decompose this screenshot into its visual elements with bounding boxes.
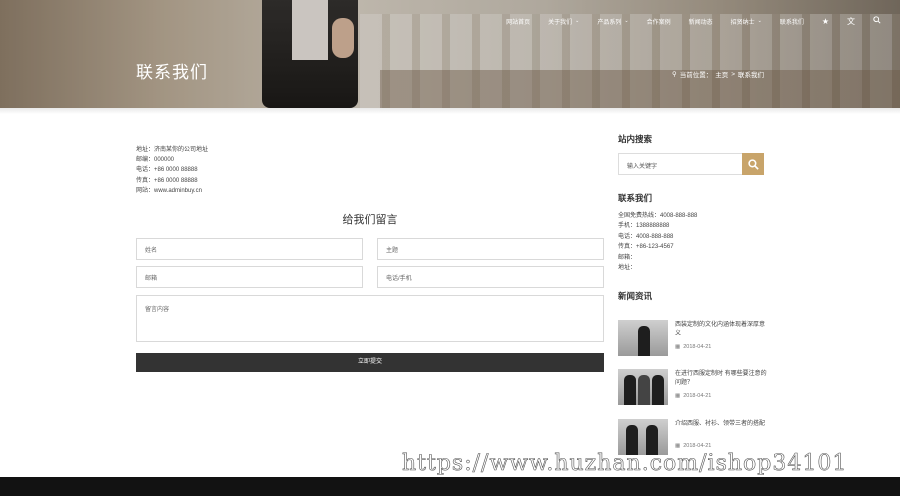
calendar-icon: ▦: [675, 393, 681, 399]
sidebar-hotline: 全国免费热线：4008-888-888: [618, 213, 698, 219]
nav-item-about[interactable]: 关于我们 ⌄: [539, 17, 588, 26]
nav-item-label: 产品系列: [597, 19, 622, 26]
nav-item-contact[interactable]: 联系我们: [771, 17, 813, 26]
news-thumbnail[interactable]: [618, 320, 668, 356]
calendar-icon: ▦: [675, 344, 681, 350]
breadcrumb-home-link[interactable]: 主页: [715, 69, 728, 79]
sidebar-contact-info: 全国免费热线：4008-888-888 手机：1388888888 电话：400…: [618, 211, 697, 273]
breadcrumb-prefix: 当前位置：: [679, 72, 713, 79]
sidebar-email: 邮箱：: [618, 254, 637, 261]
contact-website: 网站：www.adminbuy.cn: [136, 187, 202, 194]
news-thumbnail[interactable]: [618, 369, 668, 405]
contact-address: 地址：济南某你的公司地址: [136, 147, 209, 153]
sidebar-mobile: 手机：1388888888: [618, 223, 670, 230]
nav-item-cases[interactable]: 合作案例: [638, 17, 680, 26]
site-search-button[interactable]: [742, 153, 764, 175]
content-divider: [0, 108, 900, 114]
news-item-title[interactable]: 在进行西服定制时 有哪些要注意的问题？: [675, 370, 767, 388]
news-item-title[interactable]: 介绍西服、衬衫、领带三者的搭配: [675, 420, 767, 429]
watermark-text: https://www.huzhan.com/ishop34101: [402, 451, 848, 477]
site-search-title: 站内搜索: [618, 134, 653, 144]
chevron-down-icon: ⌄: [575, 18, 580, 24]
nav-item-products[interactable]: 产品系列 ⌄: [588, 17, 637, 26]
chevron-down-icon: ⌄: [757, 18, 762, 24]
location-pin-icon: ⚲: [671, 71, 677, 78]
news-item-date: ▦ 2018-04-21: [675, 443, 711, 449]
contact-fax: 传真：+86 0000 88888: [136, 177, 198, 184]
name-field[interactable]: 姓名: [136, 238, 363, 260]
news-item-date: ▦ 2018-04-21: [675, 344, 711, 350]
news-thumbnail[interactable]: [618, 419, 668, 455]
nav-item-label: 关于我们: [548, 19, 573, 26]
breadcrumb-current[interactable]: 联系我们: [738, 69, 764, 79]
sidebar-fax: 传真：+86-123-4567: [618, 244, 674, 251]
news-title: 新闻资讯: [618, 291, 653, 301]
phone-field[interactable]: 电话/手机: [377, 266, 604, 288]
news-date-text: 2018-04-21: [683, 443, 712, 449]
contact-info: 地址：济南某你的公司地址 邮编：000000 电话：+86 0000 88888…: [136, 145, 208, 196]
news-item-date: ▦ 2018-04-21: [675, 393, 711, 399]
news-date-text: 2018-04-21: [683, 344, 712, 350]
sidebar-phone: 电话：4008-888-888: [618, 233, 674, 240]
email-field[interactable]: 邮箱: [136, 266, 363, 288]
news-item[interactable]: 西装定制的文化内涵体现着深厚意义 ▦ 2018-04-21: [618, 320, 768, 360]
search-icon: [747, 158, 759, 170]
news-date-text: 2018-04-21: [683, 393, 712, 399]
calendar-icon: ▦: [675, 443, 681, 449]
page-footer: [0, 477, 900, 496]
nav-item-label: 联系我们: [779, 19, 804, 26]
site-search-input[interactable]: 输入关键字: [618, 153, 742, 175]
nav-item-label: 招贤纳士: [730, 19, 755, 26]
message-textarea[interactable]: 留言内容: [136, 295, 604, 342]
nav-item-news[interactable]: 新闻动态: [680, 17, 722, 26]
chevron-down-icon: ⌄: [624, 18, 629, 24]
main-nav: 网站首页 关于我们 ⌄ 产品系列 ⌄ 合作案例 新闻动态 招贤纳士 ⌄ 联系我们 ★ …: [497, 12, 890, 30]
sidebar-address: 地址：: [618, 265, 637, 272]
language-icon[interactable]: 文: [838, 16, 864, 27]
nav-item-home[interactable]: 网站首页: [497, 17, 539, 26]
nav-item-jobs[interactable]: 招贤纳士 ⌄: [722, 17, 771, 26]
news-item-title[interactable]: 西装定制的文化内涵体现着深厚意义: [675, 321, 767, 339]
sidebar-contact-title: 联系我们: [618, 193, 653, 203]
nav-item-label: 网站首页: [506, 19, 531, 26]
star-icon[interactable]: ★: [813, 17, 838, 26]
contact-phone: 电话：+86 0000 88888: [136, 167, 198, 174]
news-item[interactable]: 在进行西服定制时 有哪些要注意的问题？ ▦ 2018-04-21: [618, 369, 768, 409]
breadcrumb: ⚲ 当前位置： 主页 > 联系我们: [671, 69, 764, 80]
nav-item-label: 新闻动态: [688, 19, 713, 26]
submit-button[interactable]: 立即提交: [136, 353, 604, 372]
nav-item-label: 合作案例: [646, 19, 671, 26]
subject-field[interactable]: 主题: [377, 238, 604, 260]
page-title: 联系我们: [136, 63, 208, 82]
form-title: 给我们留言: [342, 214, 398, 226]
search-icon[interactable]: [864, 16, 890, 26]
breadcrumb-separator: >: [731, 70, 735, 78]
contact-postcode: 邮编：000000: [136, 157, 175, 164]
